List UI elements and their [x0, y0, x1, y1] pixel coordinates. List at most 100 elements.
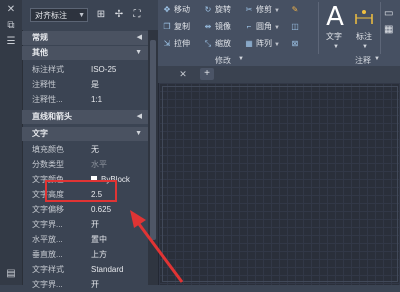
prop-row-annotative-scale[interactable]: 注释性... 1:1	[22, 92, 148, 107]
section-general-label: 常规	[32, 33, 48, 42]
trim-label: 修剪	[256, 5, 272, 14]
highlight-box	[45, 180, 117, 202]
prop-row-annotative[interactable]: 注释性 是	[22, 77, 148, 92]
left-strip: ✕ ⧉ ☰ ▤	[0, 0, 23, 285]
dimension-tool-label[interactable]: 标注	[356, 31, 372, 42]
rotate-label: 旋转	[215, 5, 231, 14]
array-icon: ▦	[245, 39, 253, 48]
prop-row-fraction-type[interactable]: 分数类型 水平	[22, 157, 148, 172]
dimension-tool-icon[interactable]	[353, 6, 375, 28]
close-tab-icon[interactable]: ✕	[178, 69, 188, 79]
prop-key: 标注样式	[32, 65, 64, 74]
chevron-down-icon: ▼	[274, 42, 280, 48]
expand-icon: ◀	[136, 34, 142, 41]
section-other[interactable]: 其他 ▼	[22, 46, 148, 60]
stretch-label: 拉伸	[174, 39, 190, 48]
document-tab-bar	[158, 66, 400, 83]
array-button[interactable]: ▦ 阵列 ▼	[244, 38, 280, 50]
copy-button[interactable]: ❐ 复制	[162, 21, 190, 33]
pencil-button[interactable]: ✎	[290, 4, 302, 16]
section-lines-arrows[interactable]: 直线和箭头 ◀	[22, 110, 148, 124]
scale-icon: ⤡	[204, 39, 212, 48]
prop-key: 文字样式	[32, 265, 64, 274]
section-general[interactable]: 常规 ◀	[22, 31, 148, 45]
prop-key: 分数类型	[32, 160, 64, 169]
copy-label: 复制	[174, 22, 190, 31]
scale-button[interactable]: ⤡ 缩放	[203, 38, 231, 50]
pin-icon[interactable]: ⧉	[4, 20, 18, 32]
prop-key: 注释性	[32, 80, 56, 89]
rotate-button[interactable]: ↻ 旋转	[203, 4, 231, 16]
pencil-icon: ✎	[291, 5, 299, 14]
chevron-down-icon: ▼	[274, 8, 280, 14]
prop-key: 垂直放...	[32, 250, 63, 259]
section-other-label: 其他	[32, 48, 48, 57]
table-icon[interactable]: ▦	[384, 24, 396, 36]
scale-label: 缩放	[215, 39, 231, 48]
chevron-down-icon: ▼	[238, 56, 244, 62]
ribbon-divider	[318, 2, 319, 54]
stretch-button[interactable]: ⇲ 拉伸	[162, 38, 190, 50]
trim-button[interactable]: ✂ 修剪 ▼	[244, 4, 280, 16]
prop-value: 水平	[91, 160, 107, 169]
mirror-label: 镜像	[215, 22, 231, 31]
prop-value: 1:1	[91, 95, 103, 104]
prop-value: 是	[91, 80, 99, 89]
chevron-down-icon: ▼	[333, 44, 339, 50]
prop-row-dim-style[interactable]: 标注样式 ISO-25	[22, 62, 148, 77]
prop-key: 文字偏移	[32, 205, 64, 214]
modify-panel-title[interactable]: 修改	[215, 55, 231, 66]
chevron-down-icon: ▼	[274, 25, 280, 31]
text-tool-label[interactable]: 文字	[326, 31, 342, 42]
chevron-down-icon: ▼	[78, 12, 85, 19]
prop-value: ISO-25	[91, 65, 117, 74]
expand-icon: ◀	[136, 113, 142, 120]
explode-icon: ⊠	[291, 39, 299, 48]
prop-value: Standard	[91, 265, 124, 274]
close-palette-icon[interactable]: ✕	[4, 4, 18, 16]
layer-icon[interactable]: ▭	[384, 8, 396, 20]
prop-value: 上方	[91, 250, 107, 259]
object-type-value: 对齐标注	[35, 11, 67, 20]
fillet-icon: ⌐	[246, 22, 252, 31]
properties-icon[interactable]: ☰	[4, 36, 18, 48]
rotate-icon: ↻	[204, 5, 212, 14]
mirror-icon: ⇹	[204, 22, 212, 31]
prop-key: 注释性...	[32, 95, 63, 104]
settings-icon[interactable]: ▤	[4, 268, 18, 280]
section-text-label: 文字	[32, 129, 48, 138]
move-button[interactable]: ✥ 移动	[162, 4, 190, 16]
trim-icon: ✂	[245, 5, 253, 14]
collapse-icon: ▼	[135, 49, 142, 56]
select-objects-icon[interactable]: ✢	[112, 8, 126, 22]
object-type-dropdown[interactable]: 对齐标注 ▼	[30, 8, 88, 22]
prop-key: 水平放...	[32, 235, 63, 244]
array-label: 阵列	[256, 39, 272, 48]
collapse-icon: ▼	[135, 130, 142, 137]
new-tab-button[interactable]: +	[200, 68, 214, 80]
fillet-button[interactable]: ⌐ 圆角 ▼	[244, 21, 280, 33]
section-text[interactable]: 文字 ▼	[22, 127, 148, 141]
erase-button[interactable]: ◫	[290, 21, 302, 33]
fillet-label: 圆角	[256, 22, 272, 31]
move-icon: ✥	[163, 5, 171, 14]
ribbon-divider	[380, 2, 381, 54]
erase-icon: ◫	[291, 22, 299, 31]
mirror-button[interactable]: ⇹ 镜像	[203, 21, 231, 33]
text-tool-icon[interactable]: A	[326, 4, 344, 30]
prop-value: 开	[91, 220, 99, 229]
annotation-panel-title[interactable]: 注释	[355, 55, 371, 66]
chevron-down-icon: ▼	[362, 44, 368, 50]
section-lines-arrows-label: 直线和箭头	[32, 112, 72, 121]
move-label: 移动	[174, 5, 190, 14]
prop-row-fill-color[interactable]: 填充颜色 无	[22, 142, 148, 157]
toggle-pickadd-icon[interactable]: ⊞	[94, 8, 108, 22]
explode-button[interactable]: ⊠	[290, 38, 302, 50]
copy-icon: ❐	[163, 22, 171, 31]
viewport-frame	[162, 86, 398, 282]
quick-select-icon[interactable]: ⛶	[130, 8, 144, 22]
prop-key: 文字界...	[32, 220, 63, 229]
prop-value: 置中	[91, 235, 107, 244]
red-arrow-annotation	[130, 210, 184, 283]
prop-value: 无	[91, 145, 99, 154]
